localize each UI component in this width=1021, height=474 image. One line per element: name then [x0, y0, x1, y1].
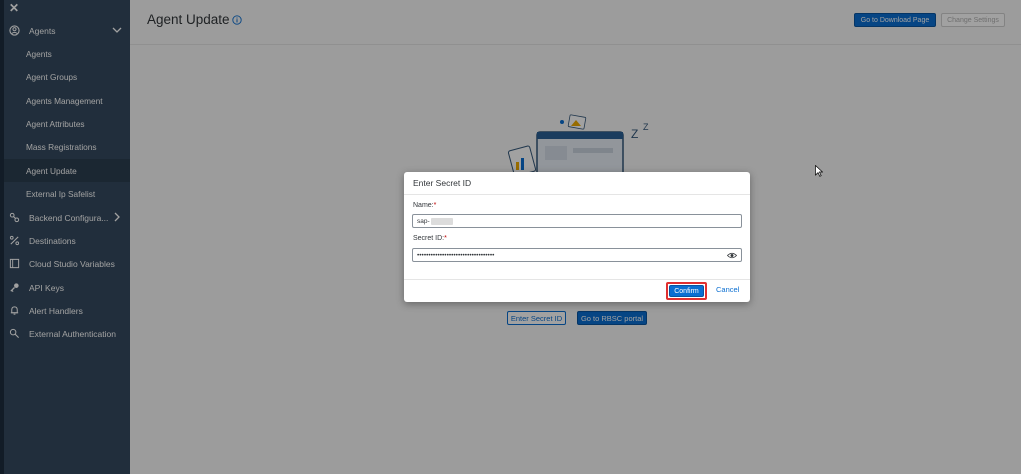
secret-id-label: Secret ID:* [413, 235, 447, 242]
dialog-footer-divider [404, 279, 750, 280]
required-marker: * [444, 235, 447, 242]
confirm-highlight: Confirm [666, 282, 707, 300]
secret-id-field-value: •••••••••••••••••••••••••••••••••• [417, 251, 495, 259]
eye-icon[interactable] [727, 251, 737, 260]
secret-id-label-text: Secret ID: [413, 235, 445, 242]
mouse-cursor-icon [815, 165, 823, 177]
secret-id-field[interactable]: •••••••••••••••••••••••••••••••••• [412, 248, 742, 262]
redacted-patch [430, 217, 453, 225]
name-label-text: Name: [413, 202, 434, 209]
enter-secret-id-dialog: Enter Secret ID Name:* sap- Secret ID:* … [404, 172, 750, 302]
dialog-header-divider [404, 194, 750, 195]
dialog-title: Enter Secret ID [413, 178, 472, 188]
name-field-value: sap- [417, 217, 430, 225]
required-marker: * [433, 202, 437, 209]
confirm-button[interactable]: Confirm [669, 285, 704, 297]
cancel-button[interactable]: Cancel [716, 285, 739, 294]
name-label: Name:* [413, 202, 436, 209]
name-field[interactable]: sap- [412, 214, 742, 228]
